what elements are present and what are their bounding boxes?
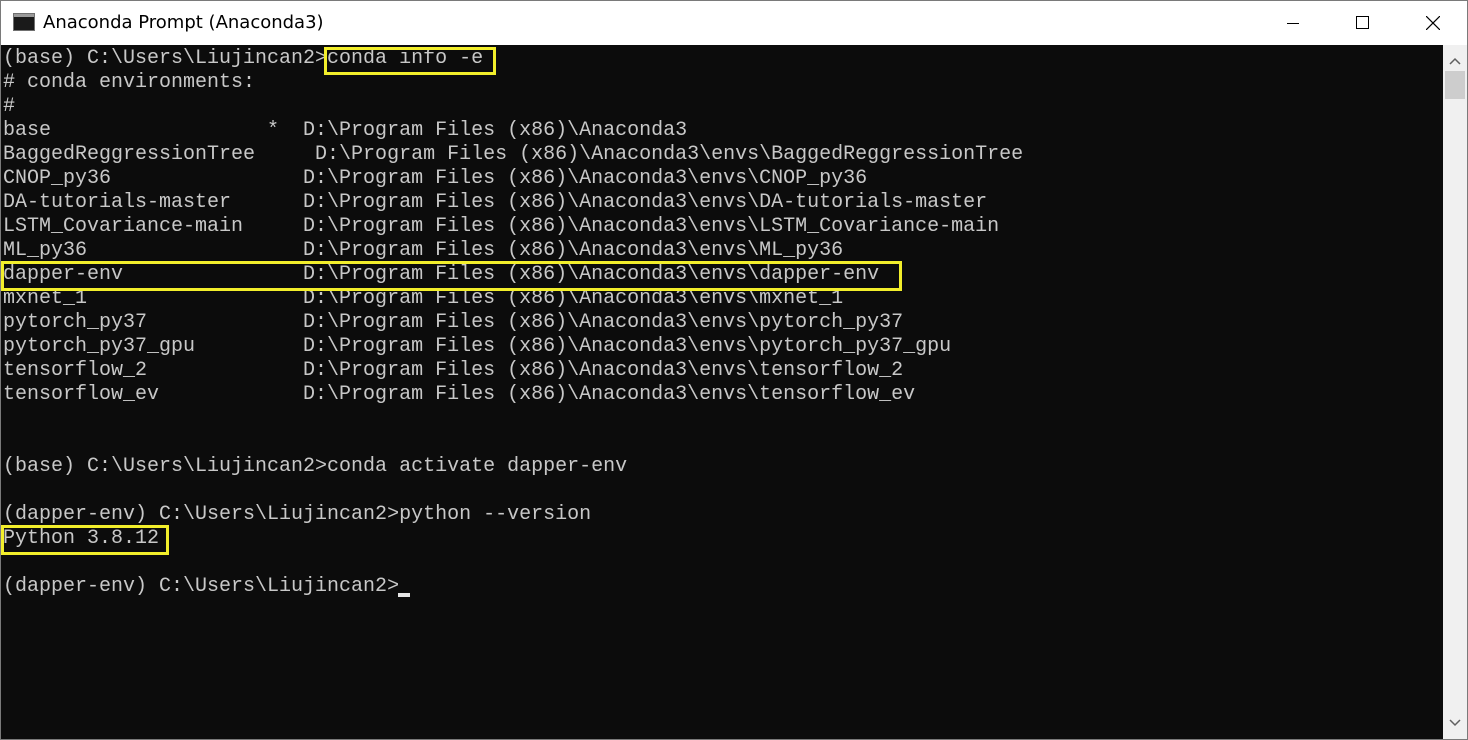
console-icon[interactable] — [13, 13, 35, 31]
scroll-up-icon[interactable] — [1443, 49, 1467, 73]
console-line: # conda environments: — [3, 71, 256, 94]
console-output[interactable]: (base) C:\Users\Liujincan2>conda info -e… — [1, 45, 1443, 739]
console-line: # — [3, 95, 16, 118]
console-line: DA-tutorials-master D:\Program Files (x8… — [3, 191, 988, 214]
close-icon — [1426, 16, 1440, 30]
minimize-button[interactable] — [1258, 1, 1327, 45]
highlight-box-dapper-env — [1, 261, 902, 291]
scroll-down-icon[interactable] — [1443, 711, 1467, 735]
vertical-scrollbar[interactable] — [1443, 45, 1467, 739]
console-line: tensorflow_ev D:\Program Files (x86)\Ana… — [3, 383, 916, 406]
minimize-icon — [1287, 23, 1299, 24]
console-line: BaggedReggressionTree D:\Program Files (… — [3, 143, 1024, 166]
window-title: Anaconda Prompt (Anaconda3) — [43, 12, 324, 33]
close-button[interactable] — [1398, 1, 1467, 45]
maximize-button[interactable] — [1328, 1, 1397, 45]
highlight-box-command — [324, 47, 496, 75]
console-line: base * D:\Program Files (x86)\Anaconda3 — [3, 119, 688, 142]
highlight-box-python-version — [1, 525, 169, 555]
text-cursor — [398, 593, 410, 597]
console-window: Anaconda Prompt (Anaconda3) (base) C:\Us… — [0, 0, 1468, 740]
console-line: CNOP_py36 D:\Program Files (x86)\Anacond… — [3, 167, 868, 190]
console-line: pytorch_py37_gpu D:\Program Files (x86)\… — [3, 335, 952, 358]
console-line: pytorch_py37 D:\Program Files (x86)\Anac… — [3, 311, 904, 334]
scroll-thumb[interactable] — [1445, 71, 1465, 99]
console-line: LSTM_Covariance-main D:\Program Files (x… — [3, 215, 1000, 238]
title-bar[interactable]: Anaconda Prompt (Anaconda3) — [1, 1, 1467, 45]
maximize-icon — [1356, 16, 1369, 29]
console-line: tensorflow_2 D:\Program Files (x86)\Anac… — [3, 359, 904, 382]
console-line: (base) C:\Users\Liujincan2>conda activat… — [3, 455, 628, 478]
console-line: (dapper-env) C:\Users\Liujincan2> — [3, 575, 400, 598]
console-line: ML_py36 D:\Program Files (x86)\Anaconda3… — [3, 239, 844, 262]
console-line: (dapper-env) C:\Users\Liujincan2>python … — [3, 503, 592, 526]
